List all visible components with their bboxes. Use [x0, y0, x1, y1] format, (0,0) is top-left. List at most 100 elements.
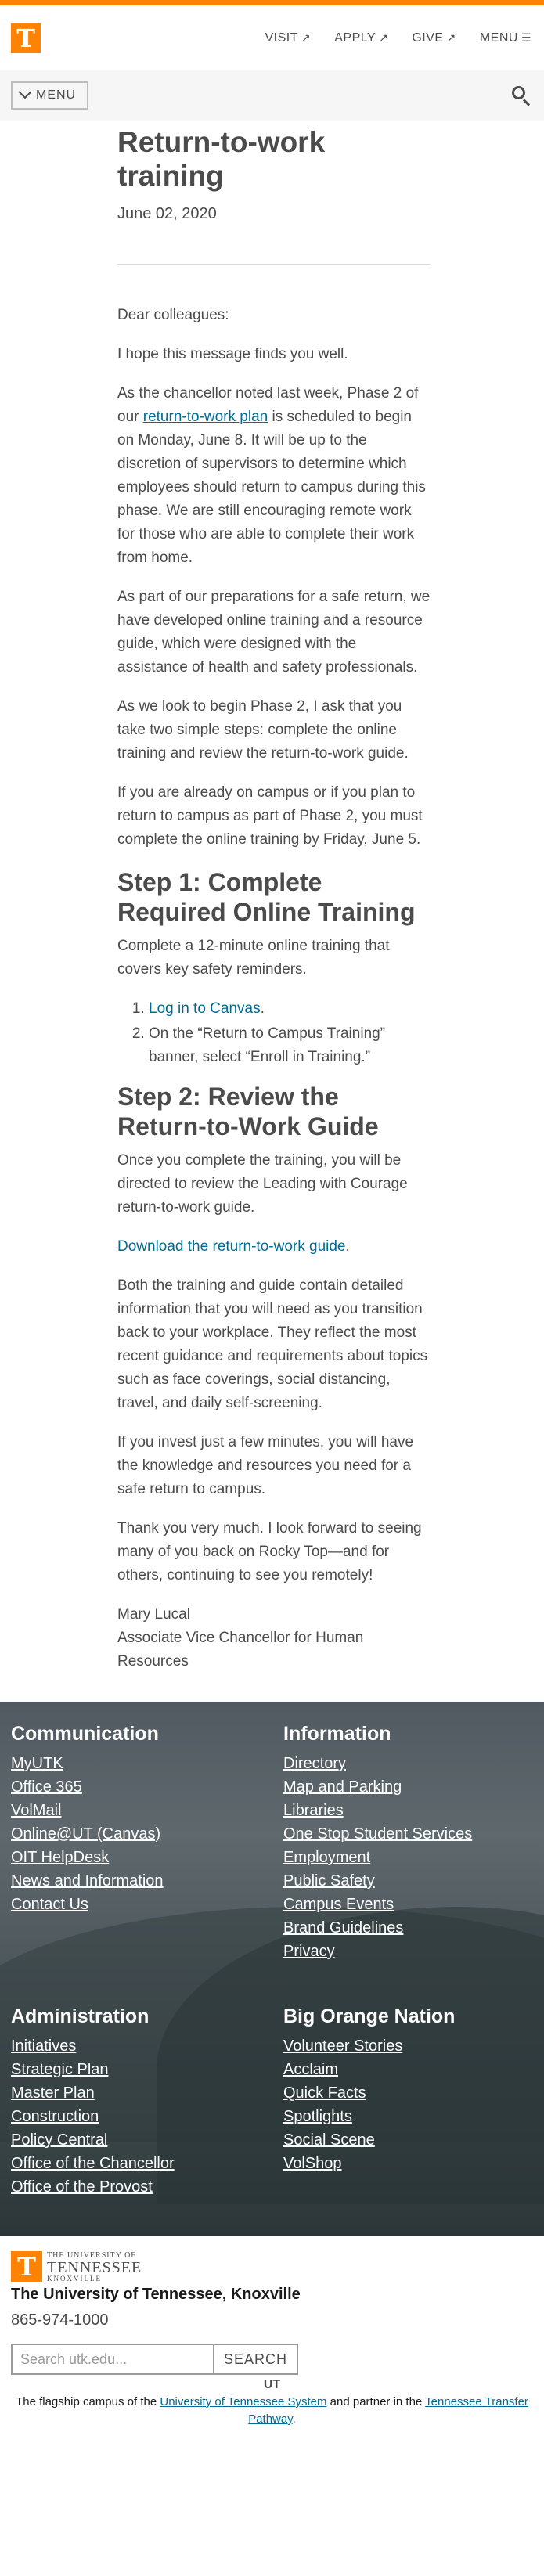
download-guide-link[interactable]: Download the return-to-work guide: [117, 1238, 346, 1255]
list-item: Log in to Canvas.: [149, 997, 431, 1021]
footer-link-canvas[interactable]: Online@UT (Canvas): [11, 1822, 283, 1846]
footer-link-privacy[interactable]: Privacy: [283, 1940, 544, 1963]
wordmark-line-3: KNOXVILLE: [47, 2274, 102, 2282]
nav-visit-label: VISIT: [265, 31, 298, 45]
wordmark-line-2: TENNESSEE: [47, 2258, 142, 2276]
divider: [117, 264, 431, 265]
signer-title: Associate Vice Chancellor for Human Reso…: [117, 1630, 364, 1670]
top-nav: VISIT ↗ APPLY ↗ GIVE ↗ MENU ☰: [265, 31, 531, 45]
footer-link-directory[interactable]: Directory: [283, 1752, 544, 1775]
step2-heading: Step 2: Review the Return-to-Work Guide: [117, 1083, 379, 1140]
footer-search-form: SEARCH: [11, 2344, 533, 2375]
flagship-text-a: The flagship campus of the: [16, 2395, 160, 2408]
ut-mark: UT: [263, 2378, 281, 2391]
paragraph-7: If you invest just a few minutes, you wi…: [117, 1434, 414, 1497]
footer-link-construction[interactable]: Construction: [11, 2105, 283, 2128]
signature: Mary Lucal Associate Vice Chancellor for…: [117, 1603, 431, 1673]
footer-link-chancellor[interactable]: Office of the Chancellor: [11, 2152, 283, 2175]
phone-number[interactable]: 865-974-1000: [11, 2311, 533, 2329]
paragraph-1: I hope this message finds you well.: [117, 346, 348, 362]
site-footer: T THE UNIVERSITY OF TENNESSEE KNOXVILLE …: [0, 2236, 544, 2452]
footer-link-employment[interactable]: Employment: [283, 1846, 544, 1869]
footer-search-input[interactable]: [11, 2344, 213, 2375]
external-arrow-icon: ↗: [379, 31, 389, 44]
nav-menu-link[interactable]: MENU ☰: [480, 31, 531, 45]
footer-heading: Administration: [11, 2005, 150, 2027]
search-icon-handle: [522, 99, 531, 106]
footer-links: Communication MyUTK Office 365 VolMail O…: [0, 1702, 544, 2236]
section-menu-button[interactable]: MENU: [11, 81, 89, 110]
footer-link-events[interactable]: Campus Events: [283, 1893, 544, 1916]
section-menubar: MENU: [0, 70, 544, 121]
footer-link-brand[interactable]: Brand Guidelines: [283, 1916, 544, 1940]
footer-link-volshop[interactable]: VolShop: [283, 2152, 544, 2175]
nav-menu-label: MENU: [479, 31, 518, 45]
section-menu-label: MENU: [36, 88, 77, 102]
step1-text: Complete a 12-minute online training tha…: [117, 938, 390, 978]
signer-name: Mary Lucal: [117, 1606, 190, 1623]
footer-link-libraries[interactable]: Libraries: [283, 1799, 544, 1822]
page-title: Return-to-work training: [117, 126, 326, 192]
paragraph-8: Thank you very much. I look forward to s…: [117, 1520, 422, 1583]
campus-name: The University of Tennessee, Knoxville: [11, 2286, 301, 2303]
footer-search-button[interactable]: SEARCH: [213, 2344, 299, 2375]
ut-wordmark-logo[interactable]: T THE UNIVERSITY OF TENNESSEE KNOXVILLE: [11, 2251, 533, 2282]
list-item: On the “Return to Campus Training” banne…: [149, 1022, 431, 1069]
footer-heading: Information: [283, 1723, 391, 1745]
ut-wordmark: THE UNIVERSITY OF TENNESSEE KNOXVILLE: [47, 2250, 142, 2282]
step1-list: Log in to Canvas. On the “Return to Camp…: [149, 997, 431, 1069]
footer-link-news[interactable]: News and Information: [11, 1869, 283, 1893]
download-paragraph: Download the return-to-work guide.: [117, 1235, 431, 1259]
paragraph-2-text-b: is scheduled to begin on Monday, June 8.…: [117, 409, 426, 566]
nav-give-link[interactable]: GIVE ↗: [412, 31, 456, 45]
footer-link-safety[interactable]: Public Safety: [283, 1869, 544, 1893]
footer-column-big-orange: Big Orange Nation Volunteer Stories Accl…: [283, 2005, 544, 2220]
footer-link-strategic[interactable]: Strategic Plan: [11, 2058, 283, 2081]
footer-link-onestop[interactable]: One Stop Student Services: [283, 1822, 544, 1846]
site-header: T VISIT ↗ APPLY ↗ GIVE ↗ MENU ☰: [0, 0, 544, 70]
flagship-statement: The flagship campus of the University of…: [11, 2394, 533, 2428]
footer-link-stories[interactable]: Volunteer Stories: [283, 2034, 544, 2058]
canvas-login-link[interactable]: Log in to Canvas: [149, 1000, 261, 1017]
nav-apply-label: APPLY: [334, 31, 376, 45]
footer-link-map[interactable]: Map and Parking: [283, 1775, 544, 1799]
paragraph-3: As part of our preparations for a safe r…: [117, 589, 431, 676]
search-icon[interactable]: [510, 84, 533, 107]
footer-link-facts[interactable]: Quick Facts: [283, 2081, 544, 2105]
nav-give-label: GIVE: [412, 31, 444, 45]
external-arrow-icon: ↗: [301, 31, 312, 44]
footer-link-contact[interactable]: Contact Us: [11, 1893, 283, 1916]
footer-link-provost[interactable]: Office of the Provost: [11, 2175, 283, 2199]
external-arrow-icon: ↗: [446, 31, 456, 44]
footer-link-acclaim[interactable]: Acclaim: [283, 2058, 544, 2081]
ut-logo[interactable]: T: [11, 23, 41, 53]
logo-letter: T: [16, 23, 35, 53]
nav-visit-link[interactable]: VISIT ↗: [265, 31, 311, 45]
search-icon-ring: [512, 86, 525, 99]
footer-link-policy[interactable]: Policy Central: [11, 2128, 283, 2152]
nav-apply-link[interactable]: APPLY ↗: [334, 31, 388, 45]
footer-link-initiatives[interactable]: Initiatives: [11, 2034, 283, 2058]
footer-column-administration: Administration Initiatives Strategic Pla…: [11, 2005, 283, 2220]
footer-column-information: Information Directory Map and Parking Li…: [283, 1722, 544, 1984]
chevron-down-icon: [18, 85, 32, 99]
footer-link-myutk[interactable]: MyUTK: [11, 1752, 283, 1775]
footer-link-helpdesk[interactable]: OIT HelpDesk: [11, 1846, 283, 1869]
article: Return-to-work training June 02, 2020 De…: [117, 121, 431, 1702]
footer-link-spotlights[interactable]: Spotlights: [283, 2105, 544, 2128]
footer-heading: Communication: [11, 1723, 159, 1745]
ut-system-link[interactable]: University of Tennessee System: [160, 2395, 326, 2408]
publish-date: June 02, 2020: [117, 205, 217, 222]
footer-link-office365[interactable]: Office 365: [11, 1775, 283, 1799]
return-to-work-plan-link[interactable]: return-to-work plan: [143, 409, 268, 425]
footer-column-communication: Communication MyUTK Office 365 VolMail O…: [11, 1722, 283, 1984]
footer-link-volmail[interactable]: VolMail: [11, 1799, 283, 1822]
paragraph-5: If you are already on campus or if you p…: [117, 784, 423, 848]
wordmark-line-1: THE UNIVERSITY OF: [47, 2250, 136, 2260]
greeting: Dear colleagues:: [117, 307, 229, 323]
list-item-punct: .: [260, 1000, 265, 1017]
flagship-text-b: and partner in the: [326, 2395, 426, 2408]
footer-link-master[interactable]: Master Plan: [11, 2081, 283, 2105]
logo-letter: T: [17, 2252, 36, 2282]
footer-link-social[interactable]: Social Scene: [283, 2128, 544, 2152]
